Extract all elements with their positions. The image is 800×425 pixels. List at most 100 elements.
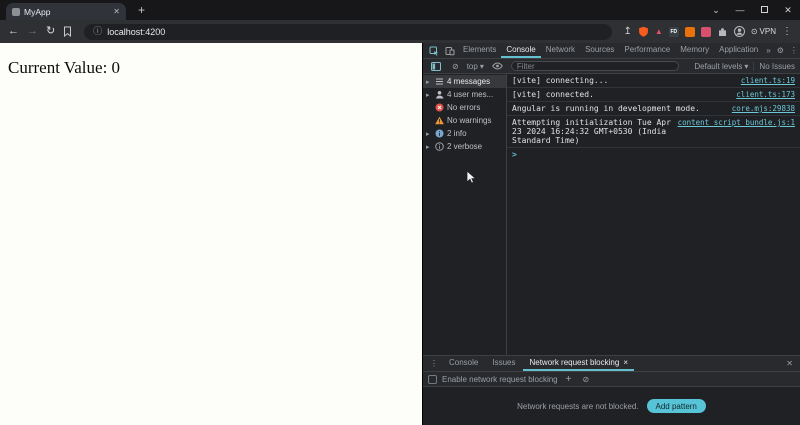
devtools-panel: Elements Console Network Sources Perform… [422,43,800,425]
brave-rewards-icon[interactable]: ▲ [655,27,663,36]
empty-state-text: Network requests are not blocked. [517,401,639,411]
web-page: Current Value: 0 [0,43,422,425]
browser-tab[interactable]: MyApp ✕ [6,3,126,20]
drawer-tab-console[interactable]: Console [443,356,484,371]
brave-shield-icon[interactable] [638,26,649,37]
console-message-text: [vite] connecting... [512,76,609,85]
remove-all-patterns-icon[interactable]: ⊘ [579,375,592,384]
console-message-row: Angular is running in development mode. … [507,102,800,116]
drawer-tab-issues[interactable]: Issues [486,356,521,371]
console-message-row: Attempting initialization Tue Apr 23 202… [507,116,800,148]
console-toolbar: ⊘ top ▾ Default levels ▾ No Issues [423,59,800,74]
devtools-tabbar: Elements Console Network Sources Perform… [423,43,800,59]
close-window-button[interactable]: ✕ [776,5,800,16]
console-body: ▸ 4 messages ▸ 4 user mes... No errors N… [423,74,800,355]
browser-window: { "colors": { "accent_teal": "#64c0cf", … [0,0,800,425]
tab-title: MyApp [24,6,51,17]
devtools-settings-icon[interactable]: ⚙ [774,46,787,55]
console-message-text: Angular is running in development mode. [512,104,700,113]
drawer-menu-icon[interactable]: ⋮ [427,359,441,368]
console-message-source-link[interactable]: core.mjs:29838 [732,104,795,113]
url-text: localhost:4200 [107,26,166,37]
tab-search-button[interactable]: ⌄ [704,5,728,16]
console-message-row: [vite] connected. client.ts:173 [507,88,800,102]
reload-button[interactable]: ↻ [46,26,55,37]
verbose-icon [435,142,444,151]
tab-network[interactable]: Network [541,43,580,58]
log-levels-dropdown[interactable]: Default levels ▾ [694,62,748,71]
sidebar-item-user-messages[interactable]: ▸ 4 user mes... [423,88,506,101]
address-bar[interactable]: ⓘ localhost:4200 [84,23,612,40]
add-pattern-icon[interactable]: + [563,374,575,385]
browser-menu-icon[interactable]: ⋮ [782,26,792,37]
tab-close-icon[interactable]: ✕ [113,7,120,16]
drawer-close-icon[interactable]: ✕ [783,359,796,368]
console-messages: [vite] connecting... client.ts:19 [vite]… [507,74,800,355]
context-selector[interactable]: top ▾ [467,62,484,71]
console-filter-input[interactable] [510,61,679,71]
console-sidebar: ▸ 4 messages ▸ 4 user mes... No errors N… [423,74,507,355]
enable-network-request-blocking-label: Enable network request blocking [442,374,558,384]
drawer-content: Network requests are not blocked. Add pa… [423,387,800,425]
back-button[interactable]: ← [8,26,19,37]
drawer-tab-close-icon[interactable]: × [623,358,628,367]
extension-pink-icon[interactable] [700,26,711,37]
sidebar-item-warnings[interactable]: No warnings [423,114,506,127]
tab-memory[interactable]: Memory [675,43,714,58]
tab-sources[interactable]: Sources [580,43,619,58]
drawer-tabbar: ⋮ Console Issues Network request blockin… [423,356,800,372]
bookmark-icon[interactable] [63,26,72,37]
clear-console-icon[interactable]: ⊘ [449,62,462,71]
sidebar-item-all-messages[interactable]: ▸ 4 messages [423,75,506,88]
maximize-button[interactable] [752,5,776,15]
sidebar-item-verbose[interactable]: ▸ 2 verbose [423,140,506,153]
user-icon [436,91,444,99]
chevron-down-icon: ▾ [479,61,484,71]
vpn-label: VPN [759,27,776,36]
expand-arrow-icon[interactable]: ▸ [426,78,432,86]
minimize-button[interactable]: — [728,5,752,15]
sidebar-item-errors[interactable]: No errors [423,101,506,114]
more-tabs-icon[interactable]: » [763,46,773,55]
device-toolbar-icon[interactable] [442,46,458,56]
sidebar-item-info[interactable]: ▸ 2 info [423,127,506,140]
tab-elements[interactable]: Elements [458,43,501,58]
tab-application[interactable]: Application [714,43,763,58]
profile-icon[interactable] [733,26,745,37]
drawer-toolbar: Enable network request blocking + ⊘ [423,372,800,387]
drawer-tab-network-request-blocking[interactable]: Network request blocking × [523,356,634,371]
tab-favicon-icon [12,7,20,16]
extension-fd-icon[interactable]: FD [668,26,679,37]
tab-console[interactable]: Console [501,43,541,58]
site-info-icon[interactable]: ⓘ [93,27,102,36]
toolbar-separator [753,61,755,71]
vpn-button[interactable]: ⊙ VPN [751,27,776,36]
info-icon [435,129,444,138]
enable-network-request-blocking-checkbox[interactable] [428,374,437,384]
new-tab-button[interactable]: + [138,3,145,17]
page-content-text: Current Value: 0 [8,58,121,77]
maximize-icon [760,6,768,13]
console-message-source-link[interactable]: content_script_bundle.js:1 [678,118,795,127]
share-icon[interactable]: ↥ [624,26,632,37]
forward-button[interactable]: → [27,26,38,37]
expand-arrow-icon[interactable]: ▸ [426,143,432,151]
toolbar-icons: ↥ ▲ FD ⊙ VPN ⋮ [624,26,792,37]
console-prompt[interactable]: > [507,148,800,161]
no-errors-icon [435,103,444,112]
console-message-source-link[interactable]: client.ts:19 [741,76,795,85]
devtools-menu-icon[interactable]: ⋮ [787,46,800,55]
window-controls: ⌄ — ✕ [704,0,800,20]
add-pattern-button[interactable]: Add pattern [646,399,706,413]
devtools-drawer: ⋮ Console Issues Network request blockin… [423,355,800,425]
expand-arrow-icon[interactable]: ▸ [426,91,432,99]
console-sidebar-toggle-icon[interactable] [428,61,444,71]
inspect-element-icon[interactable] [426,46,442,56]
expand-arrow-icon[interactable]: ▸ [426,130,432,138]
issues-counter[interactable]: No Issues [759,62,795,71]
console-message-source-link[interactable]: client.ts:173 [736,90,795,99]
extension-orange-icon[interactable] [684,26,695,37]
extensions-puzzle-icon[interactable] [717,26,728,37]
live-expression-eye-icon[interactable] [489,62,506,70]
tab-performance[interactable]: Performance [619,43,675,58]
